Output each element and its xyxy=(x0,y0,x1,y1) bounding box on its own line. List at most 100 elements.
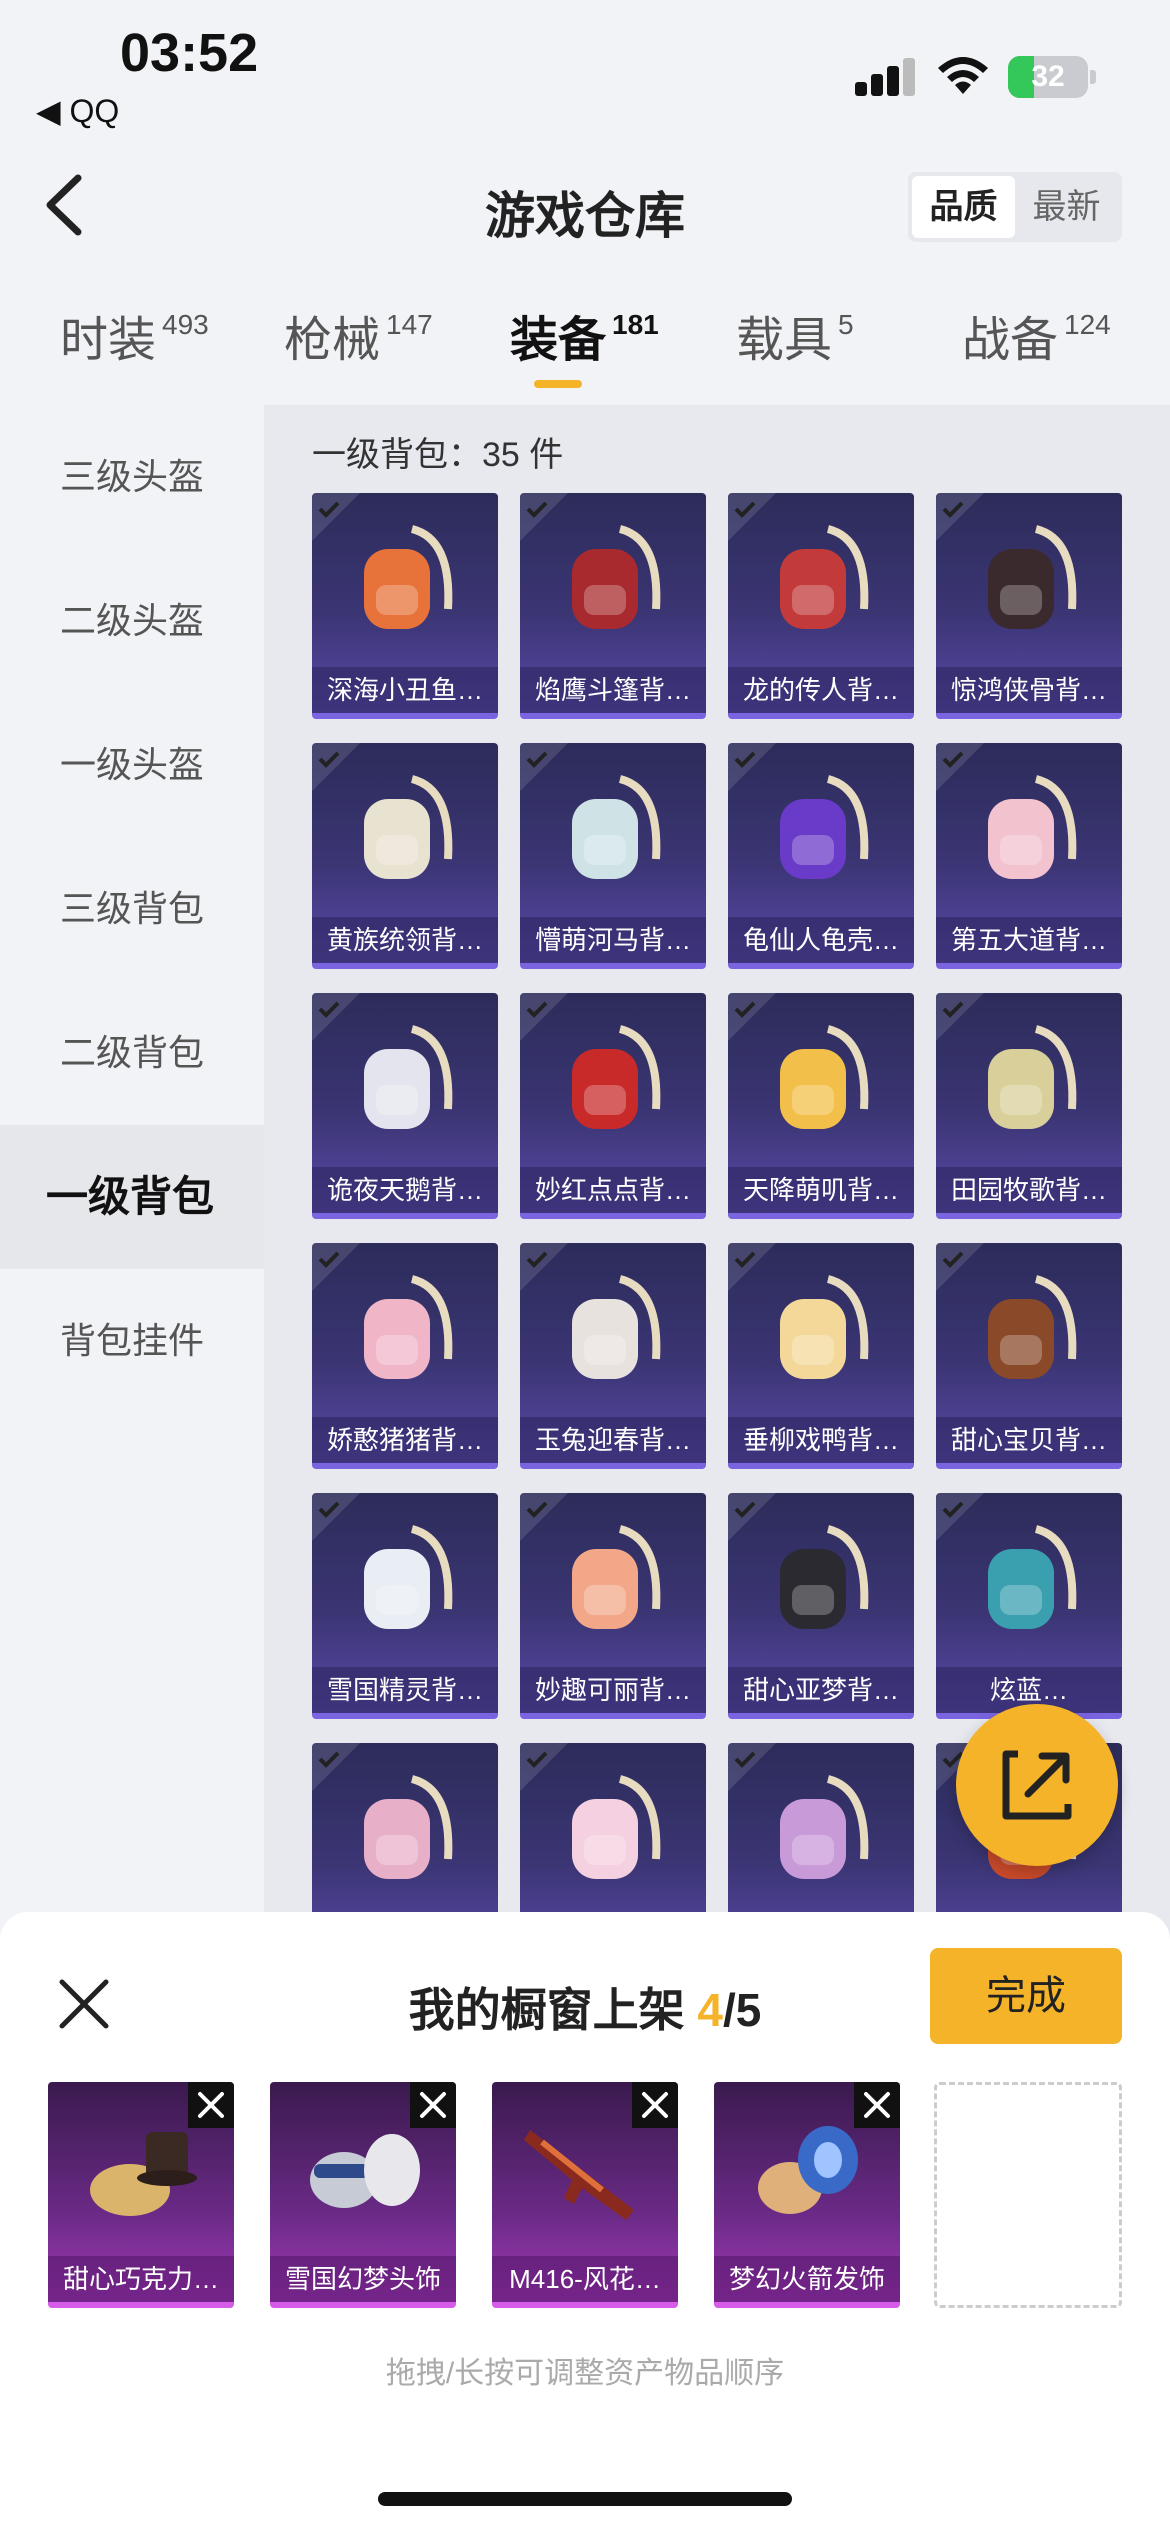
headwear-icon xyxy=(310,2134,420,2208)
grid-item-name: 黄族统领背… xyxy=(312,917,498,963)
tab-count: 124 xyxy=(1064,309,1111,340)
tab-label: 时装 xyxy=(60,314,157,367)
backpack-icon xyxy=(988,1025,1077,1129)
grid-item-name: 雪国精灵背… xyxy=(312,1667,498,1713)
tab-equipment[interactable]: 装备 181 xyxy=(510,300,659,370)
share-button[interactable] xyxy=(956,1704,1118,1866)
tab-fashion[interactable]: 时装 493 xyxy=(60,300,209,370)
backpack-icon xyxy=(572,1275,661,1379)
hair-accessory-icon xyxy=(758,2126,858,2214)
remove-shelf-item-button[interactable] xyxy=(854,2082,900,2128)
close-icon xyxy=(864,2092,890,2118)
backpack-icon xyxy=(364,775,453,879)
grid-item[interactable]: 天降萌叽背… xyxy=(728,993,914,1219)
category-tabs: 时装 493 枪械 147 装备 181 载具 5 战备 124 xyxy=(0,300,1170,396)
empty-shelf-slot[interactable] xyxy=(934,2082,1122,2308)
shelf-item-name: 梦幻火箭发饰 xyxy=(714,2256,900,2302)
remove-shelf-item-button[interactable] xyxy=(188,2082,234,2128)
grid-item[interactable]: 第五大道背… xyxy=(936,743,1122,969)
grid-item[interactable]: 深海小丑鱼… xyxy=(312,493,498,719)
showcase-count-total: /5 xyxy=(723,1984,762,2036)
sidebar-item-backpack-1[interactable]: 一级背包 xyxy=(0,1125,264,1269)
close-icon xyxy=(642,2092,668,2118)
rifle-icon xyxy=(524,2130,634,2220)
grid-item[interactable]: 妙红点点背… xyxy=(520,993,706,1219)
shelf-item-name: 甜心巧克力… xyxy=(48,2256,234,2302)
backpack-icon xyxy=(364,1775,453,1879)
grid-item[interactable]: 懵萌河马背… xyxy=(520,743,706,969)
grid-item-name: 甜心宝贝背… xyxy=(936,1417,1122,1463)
back-to-app-link[interactable]: ◀ QQ xyxy=(36,92,119,130)
grid-item[interactable]: 垂柳戏鸭背… xyxy=(728,1243,914,1469)
sidebar-item-backpack-3[interactable]: 三级背包 xyxy=(0,837,264,981)
grid-item[interactable]: 诡夜天鹅背… xyxy=(312,993,498,1219)
shelf-item[interactable]: 甜心巧克力… xyxy=(48,2082,234,2308)
grid-item[interactable]: 玉兔迎春背… xyxy=(520,1243,706,1469)
tab-count: 5 xyxy=(838,309,854,340)
grid-item-name: 龟仙人龟壳… xyxy=(728,917,914,963)
backpack-icon xyxy=(572,1525,661,1629)
done-button[interactable]: 完成 xyxy=(930,1948,1122,2044)
sidebar-item-helmet-3[interactable]: 三级头盔 xyxy=(0,405,264,549)
backpack-icon xyxy=(988,1275,1077,1379)
grid-item-name: 甜心亚梦背… xyxy=(728,1667,914,1713)
home-indicator xyxy=(378,2492,792,2506)
backpack-icon xyxy=(364,1525,453,1629)
grid-item[interactable]: 妙趣可丽背… xyxy=(520,1493,706,1719)
grid-item[interactable]: 田园牧歌背… xyxy=(936,993,1122,1219)
grid-item-name: 天降萌叽背… xyxy=(728,1167,914,1213)
backpack-icon xyxy=(572,775,661,879)
grid-item[interactable]: 焰鹰斗篷背… xyxy=(520,493,706,719)
close-icon xyxy=(198,2092,224,2118)
grid-item[interactable]: 甜心宝贝背… xyxy=(936,1243,1122,1469)
grid-item-name: 田园牧歌背… xyxy=(936,1167,1122,1213)
shelf-item[interactable]: 雪国幻梦头饰 xyxy=(270,2082,456,2308)
grid-item-name: 第五大道背… xyxy=(936,917,1122,963)
tab-label: 装备 xyxy=(510,314,607,367)
shelf-item-name: 雪国幻梦头饰 xyxy=(270,2256,456,2302)
tab-weapons[interactable]: 枪械 147 xyxy=(284,300,433,370)
sidebar-item-backpack-charm[interactable]: 背包挂件 xyxy=(0,1269,264,1413)
grid-item-name: 玉兔迎春背… xyxy=(520,1417,706,1463)
backpack-icon xyxy=(572,1775,661,1879)
grid-item-name: 惊鸿侠骨背… xyxy=(936,667,1122,713)
grid-item[interactable]: 甜心亚梦背… xyxy=(728,1493,914,1719)
tab-vehicles[interactable]: 载具 5 xyxy=(736,300,854,370)
grid-item-name: 垂柳戏鸭背… xyxy=(728,1417,914,1463)
grid-item[interactable]: 龟仙人龟壳… xyxy=(728,743,914,969)
backpack-icon xyxy=(780,525,869,629)
backpack-icon xyxy=(988,525,1077,629)
shelf-item[interactable]: 梦幻火箭发饰 xyxy=(714,2082,900,2308)
grid-item-name: 娇憨猪猪背… xyxy=(312,1417,498,1463)
sidebar-item-helmet-1[interactable]: 一级头盔 xyxy=(0,693,264,837)
grid-item[interactable]: 惊鸿侠骨背… xyxy=(936,493,1122,719)
sort-newest-button[interactable]: 最新 xyxy=(1015,176,1118,238)
grid-item[interactable]: 炫蓝… xyxy=(936,1493,1122,1719)
tab-supplies[interactable]: 战备 124 xyxy=(962,300,1111,370)
backpack-icon xyxy=(780,1525,869,1629)
backpack-icon xyxy=(364,525,453,629)
battery-icon: 32 xyxy=(1008,56,1088,98)
backpack-icon xyxy=(780,775,869,879)
grid-item[interactable]: 龙的传人背… xyxy=(728,493,914,719)
grid-item-name: 懵萌河马背… xyxy=(520,917,706,963)
backpack-icon xyxy=(572,1025,661,1129)
showcase-panel: 我的橱窗上架 4/5 完成 甜心巧克力… 雪国幻梦头饰 M416-风花… 梦幻火… xyxy=(0,1912,1170,2532)
sidebar-item-helmet-2[interactable]: 二级头盔 xyxy=(0,549,264,693)
shelf-item[interactable]: M416-风花… xyxy=(492,2082,678,2308)
grid-item-name: 焰鹰斗篷背… xyxy=(520,667,706,713)
tab-label: 载具 xyxy=(736,314,833,367)
remove-shelf-item-button[interactable] xyxy=(632,2082,678,2128)
tab-count: 181 xyxy=(612,309,659,340)
tab-count: 147 xyxy=(386,309,433,340)
grid-item[interactable]: 黄族统领背… xyxy=(312,743,498,969)
sidebar: 三级头盔 二级头盔 一级头盔 三级背包 二级背包 一级背包 背包挂件 xyxy=(0,405,264,1965)
backpack-icon xyxy=(780,1025,869,1129)
grid-item[interactable]: 娇憨猪猪背… xyxy=(312,1243,498,1469)
remove-shelf-item-button[interactable] xyxy=(410,2082,456,2128)
tab-count: 493 xyxy=(162,309,209,340)
sidebar-item-backpack-2[interactable]: 二级背包 xyxy=(0,981,264,1125)
grid-item[interactable]: 雪国精灵背… xyxy=(312,1493,498,1719)
sort-quality-button[interactable]: 品质 xyxy=(912,176,1015,238)
backpack-icon xyxy=(988,775,1077,879)
